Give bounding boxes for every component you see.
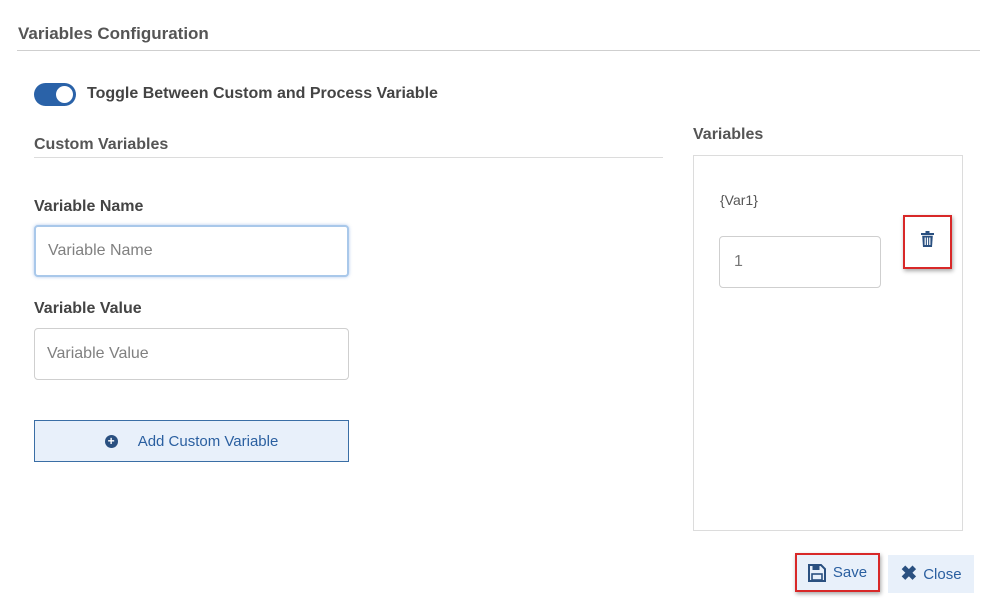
toggle-row: Toggle Between Custom and Process Variab… xyxy=(34,82,438,106)
floppy-disk-icon xyxy=(807,563,826,582)
variable-value-label: Variable Value xyxy=(34,300,142,317)
variables-panel: {Var1} xyxy=(693,155,963,531)
custom-variables-heading: Custom Variables xyxy=(34,136,169,153)
delete-variable-button[interactable] xyxy=(903,215,952,269)
toggle-label: Toggle Between Custom and Process Variab… xyxy=(87,85,438,102)
close-label: Close xyxy=(923,565,962,583)
add-custom-variable-label: Add Custom Variable xyxy=(137,432,279,450)
section-divider xyxy=(34,157,663,158)
save-button[interactable]: Save xyxy=(795,553,880,592)
variable-name-input[interactable] xyxy=(34,225,349,277)
save-label: Save xyxy=(832,564,868,581)
variables-heading: Variables xyxy=(693,126,764,143)
page-title: Variables Configuration xyxy=(18,24,209,43)
add-custom-variable-button[interactable]: + Add Custom Variable xyxy=(34,420,349,462)
variable-item-value-input[interactable] xyxy=(719,236,881,288)
variable-name-label: Variable Name xyxy=(34,198,144,215)
variable-value-input[interactable] xyxy=(34,328,349,380)
plus-circle-icon: + xyxy=(104,434,118,448)
trash-icon xyxy=(921,231,934,252)
toggle-knob xyxy=(56,85,73,103)
close-x-icon: ✖ xyxy=(900,563,918,585)
custom-process-toggle[interactable] xyxy=(34,82,76,106)
title-divider xyxy=(17,50,980,51)
variable-item-name: {Var1} xyxy=(720,192,758,208)
close-button[interactable]: ✖ Close xyxy=(888,555,974,593)
